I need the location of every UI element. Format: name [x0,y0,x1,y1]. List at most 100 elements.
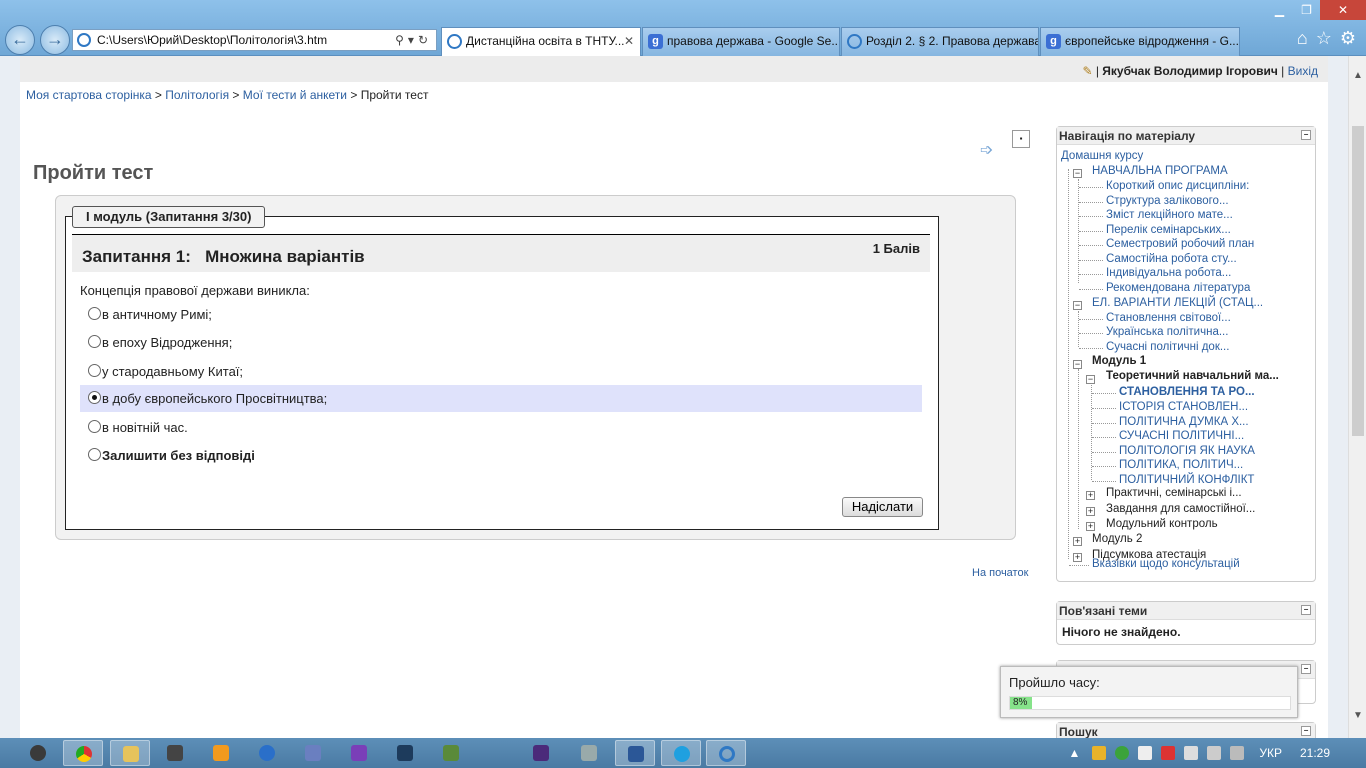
taskbar-word[interactable] [615,740,655,766]
taskbar-flash[interactable] [247,740,287,766]
nav-theory-item[interactable]: ПОЛІТИЧНА ДУМКА Х... [1119,416,1249,428]
collapse-icon[interactable]: − [1301,130,1311,140]
nav-program-item[interactable]: Самостійна робота сту... [1106,253,1237,265]
taskbar-app-green[interactable] [431,740,471,766]
expand-toggle-icon[interactable]: + [1086,491,1095,500]
tab-pravova-derzhava[interactable]: g правова держава - Google Se... [642,27,840,56]
radio-button[interactable] [88,335,101,348]
nav-theory-item[interactable]: ПОЛІТИКА, ПОЛІТИЧ... [1119,459,1243,471]
tray-icon[interactable] [1115,746,1130,760]
radio-button[interactable] [88,307,101,320]
tray-icon[interactable] [1161,746,1176,760]
nav-module-1[interactable]: Модуль 1 [1092,355,1146,367]
forward-arrow-icon[interactable]: → [40,25,70,55]
back-arrow-icon[interactable]: ← [5,25,35,55]
tab-rozdil-2[interactable]: Розділ 2. § 2. Правова держава. [841,27,1039,56]
nav-program[interactable]: НАВЧАЛЬНА ПРОГРАМА [1092,165,1228,177]
radio-button-checked[interactable] [88,391,101,404]
network-signal-icon[interactable] [1207,746,1222,760]
address-bar[interactable]: C:\Users\Юрий\Desktop\Політологія\3.htm … [72,29,437,51]
nav-program-item[interactable]: Перелік семінарських... [1106,224,1231,236]
nav-lectures[interactable]: ЕЛ. ВАРІАНТИ ЛЕКЦІЙ (СТАЦ... [1092,297,1263,309]
collapse-toggle-icon[interactable]: − [1073,360,1082,369]
scroll-down-icon[interactable]: ▼ [1349,710,1366,721]
nav-consult[interactable]: Вказівки щодо консультацій [1092,558,1240,570]
expand-toggle-icon[interactable]: + [1073,537,1082,546]
nav-lecture-item[interactable]: Українська політична... [1106,326,1228,338]
address-tools-icon[interactable]: ⚲▾↻ [395,30,432,50]
start-button[interactable] [18,740,58,766]
nav-theory-item[interactable]: ПОЛІТОЛОГІЯ ЯК НАУКА [1119,445,1255,457]
taskbar-photoshop[interactable] [385,740,425,766]
radio-button[interactable] [88,420,101,433]
taskbar-video-editor[interactable] [155,740,195,766]
close-window-icon[interactable]: ✕ [1320,0,1366,20]
nav-theory-item[interactable]: ІСТОРІЯ СТАНОВЛЕН... [1119,401,1248,413]
nav-program-item[interactable]: Семестровий робочий план [1106,238,1254,250]
radio-button[interactable] [88,364,101,377]
tray-icon[interactable] [1092,746,1107,760]
taskbar-calculator[interactable] [569,740,609,766]
nav-practical[interactable]: Практичні, семінарські і... [1106,487,1242,499]
nav-theory-item-current[interactable]: СТАНОВЛЕННЯ ТА РО... [1119,386,1255,398]
battery-icon[interactable] [1184,746,1199,760]
user-name[interactable]: Якубчак Володимир Ігорович [1102,64,1278,78]
breadcrumb-my-tests[interactable]: Мої тести й анкети [243,88,347,102]
nav-program-item[interactable]: Індивідуальна робота... [1106,267,1231,279]
minimize-icon[interactable]: ▁ [1266,0,1293,20]
nav-lecture-item[interactable]: Становлення світової... [1106,312,1231,324]
answer-option-selected[interactable]: в добу європейського Просвітництва; [80,385,922,412]
answer-option[interactable]: у стародавньому Китаї; [80,358,922,385]
tray-expand-icon[interactable]: ▲ [1068,746,1080,760]
expand-toggle-icon[interactable]: + [1086,507,1095,516]
taskbar-visual-studio[interactable] [339,740,379,766]
scrollbar-thumb[interactable] [1352,126,1364,436]
radio-button[interactable] [88,448,101,461]
back-to-top-link[interactable]: На початок [972,567,1028,579]
nav-program-item[interactable]: Зміст лекційного мате... [1106,209,1233,221]
vertical-scrollbar[interactable]: ▲ ▼ [1348,56,1366,738]
taskbar-explorer[interactable] [110,740,150,766]
collapse-toggle-icon[interactable]: − [1073,169,1082,178]
clock[interactable]: 21:29 [1300,746,1330,760]
answer-option[interactable]: в епоху Відродження; [80,329,922,356]
collapse-icon[interactable]: − [1301,726,1311,736]
nav-module-2[interactable]: Модуль 2 [1092,533,1142,545]
network-icon[interactable] [1230,746,1245,760]
tab-close-icon[interactable]: ✕ [624,28,634,55]
answer-option[interactable]: в новітній час. [80,414,922,441]
nav-theory-item[interactable]: СУЧАСНІ ПОЛІТИЧНІ... [1119,430,1244,442]
answer-option-no-answer[interactable]: Залишити без відповіді [80,442,922,469]
nav-selfwork[interactable]: Завдання для самостійної... [1106,503,1255,515]
taskbar-app[interactable] [293,740,333,766]
expand-toggle-icon[interactable]: + [1086,522,1095,531]
taskbar-media-player[interactable] [201,740,241,766]
collapse-toggle-icon[interactable]: − [1086,375,1095,384]
submit-button[interactable]: Надіслати [842,497,923,517]
taskbar-app-purple[interactable] [521,740,561,766]
answer-option[interactable]: в античному Римі; [80,301,922,328]
volume-icon[interactable] [1138,746,1153,760]
breadcrumb-course[interactable]: Політологія [165,88,229,102]
breadcrumb-home[interactable]: Моя стартова сторінка [26,88,152,102]
scroll-up-icon[interactable]: ▲ [1349,70,1366,81]
settings-gear-icon[interactable]: ⚙ [1340,28,1356,49]
nav-lecture-item[interactable]: Сучасні політичні док... [1106,341,1229,353]
restore-icon[interactable]: ❐ [1293,0,1320,20]
taskbar-chrome[interactable] [63,740,103,766]
nav-theory[interactable]: Теоретичний навчальний ма... [1106,370,1279,382]
tab-yevropeyske[interactable]: g європейське відродження - G... [1040,27,1240,56]
collapse-toggle-icon[interactable]: − [1073,301,1082,310]
nav-theory-item[interactable]: ПОЛІТИЧНИЙ КОНФЛІКТ [1119,474,1254,486]
home-icon[interactable]: ⌂ [1297,28,1308,49]
nav-program-item[interactable]: Короткий опис дисципліни: [1106,180,1249,192]
dock-arrow-icon[interactable]: ➩ [980,140,993,160]
logout-link[interactable]: Вихід [1288,64,1318,78]
taskbar-internet-explorer[interactable] [706,740,746,766]
taskbar-skype[interactable] [661,740,701,766]
nav-home[interactable]: Домашня курсу [1061,150,1143,162]
expand-toggle-icon[interactable]: + [1073,553,1082,562]
nav-control[interactable]: Модульний контроль [1106,518,1218,530]
nav-program-item[interactable]: Рекомендована література [1106,282,1250,294]
collapse-icon[interactable]: − [1301,605,1311,615]
